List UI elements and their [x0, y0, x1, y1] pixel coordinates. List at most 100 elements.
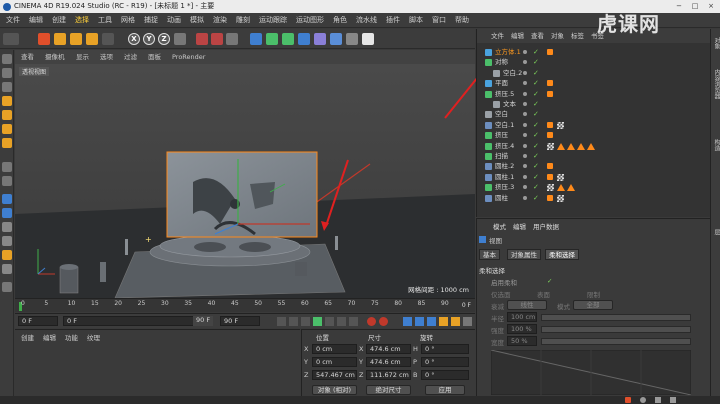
tab-object-properties[interactable]: 对象属性 [507, 249, 541, 260]
object-row[interactable]: 平面 ✓ [477, 78, 711, 88]
enabled-check-icon[interactable]: ✓ [533, 47, 539, 57]
radius-field[interactable]: 100 cm [507, 312, 537, 322]
object-name[interactable]: 文本 [503, 99, 516, 109]
position-x-field[interactable]: 0 cm [312, 344, 357, 354]
size-x-field[interactable]: 474.6 cm [366, 344, 411, 354]
position-y-field[interactable]: 0 cm [312, 357, 357, 367]
key-position-icon[interactable] [403, 317, 412, 326]
timeline-ruler[interactable]: 0 F 0 5 10 15 20 25 30 35 40 45 50 55 60 65 70 75 80 85 90 [15, 298, 475, 312]
object-name[interactable]: 平面 [495, 78, 508, 88]
visibility-dot-icon[interactable] [523, 70, 527, 75]
enabled-check-icon[interactable]: ✓ [533, 182, 539, 192]
object-name[interactable]: 圆柱.2 [495, 161, 514, 171]
radius-slider[interactable] [541, 314, 691, 321]
visibility-dot-icon[interactable] [523, 133, 527, 138]
material-menu-function[interactable]: 功能 [65, 332, 78, 342]
visibility-dot-icon[interactable] [523, 81, 527, 86]
falloff-graph[interactable] [491, 350, 691, 395]
display-tag-icon[interactable] [547, 194, 553, 201]
visibility-dot-icon[interactable] [523, 185, 527, 190]
enabled-check-icon[interactable]: ✓ [533, 141, 539, 151]
right-tab-layers[interactable]: 层 [712, 229, 720, 235]
key-pla-icon[interactable] [451, 317, 460, 326]
enabled-check-icon[interactable]: ✓ [533, 57, 539, 67]
rotation-b-field[interactable]: 0 ° [421, 370, 469, 380]
enabled-check-icon[interactable]: ✓ [533, 172, 539, 182]
object-row[interactable]: 空白.2 ✓ [477, 68, 711, 78]
object-name[interactable]: 空白 [495, 109, 508, 119]
strength-field[interactable]: 100 % [507, 324, 537, 334]
phong-tag-icon[interactable] [557, 184, 565, 192]
go-start-icon[interactable] [277, 317, 286, 326]
keyboard-icon[interactable] [655, 397, 661, 403]
coordinate-mode-dropdown[interactable]: 对象 (相对) [312, 385, 357, 395]
object-name[interactable]: 挤压.5 [495, 89, 514, 99]
object-name[interactable]: 空白.2 [503, 68, 522, 78]
object-name[interactable]: 立方体.1 [495, 47, 521, 57]
enabled-check-icon[interactable]: ✓ [533, 193, 539, 203]
key-rotation-icon[interactable] [427, 317, 436, 326]
object-name[interactable]: 挤压 [495, 130, 508, 140]
enabled-check-icon[interactable]: ✓ [533, 89, 539, 99]
enabled-check-icon[interactable]: ✓ [533, 68, 539, 78]
visibility-dot-icon[interactable] [523, 195, 527, 200]
enabled-check-icon[interactable]: ✓ [533, 109, 539, 119]
visibility-dot-icon[interactable] [523, 174, 527, 179]
object-name[interactable]: 圆柱 [495, 193, 508, 203]
visibility-dot-icon[interactable] [523, 50, 527, 54]
enabled-check-icon[interactable]: ✓ [533, 120, 539, 130]
key-scale-icon[interactable] [415, 317, 424, 326]
settings-icon[interactable] [670, 397, 676, 403]
phong-tag-icon[interactable] [567, 184, 575, 192]
mode-dropdown[interactable]: 全部 [573, 300, 613, 310]
object-row[interactable]: 挤压.3 ✓ [477, 182, 711, 192]
enabled-check-icon[interactable]: ✓ [533, 99, 539, 109]
obj-menu-view[interactable]: 查看 [531, 29, 544, 43]
object-name[interactable]: 挤压.3 [495, 182, 514, 192]
attr-menu-edit[interactable]: 编辑 [513, 221, 526, 231]
next-key-icon[interactable] [337, 317, 346, 326]
material-menu-create[interactable]: 创建 [21, 332, 34, 342]
visibility-dot-icon[interactable] [523, 143, 527, 148]
key-param-icon[interactable] [439, 317, 448, 326]
right-tab-structure[interactable]: 构造 [712, 139, 720, 151]
size-y-field[interactable]: 474.6 cm [366, 357, 411, 367]
enabled-check-icon[interactable]: ✓ [533, 78, 539, 88]
tab-soft-selection[interactable]: 柔和选择 [545, 249, 579, 260]
position-z-field[interactable]: 547.467 cm [312, 370, 357, 380]
material-menu-edit[interactable]: 编辑 [43, 332, 56, 342]
mic-icon[interactable] [640, 397, 646, 403]
object-row[interactable]: 空白.1 ✓ [477, 120, 711, 130]
visibility-dot-icon[interactable] [523, 122, 527, 127]
input-method-icon[interactable] [625, 397, 631, 403]
display-tag-icon[interactable] [547, 163, 553, 170]
play-icon[interactable] [313, 317, 322, 326]
phong-tag-icon[interactable] [567, 142, 575, 150]
tab-basic[interactable]: 基本 [479, 249, 500, 260]
material-tag-icon[interactable] [557, 194, 564, 202]
object-name[interactable]: 对称 [495, 57, 508, 67]
current-frame-slider[interactable]: 0 F [63, 316, 213, 326]
record-icon[interactable] [367, 317, 376, 326]
phong-tag-icon[interactable] [557, 142, 565, 150]
soft-enable-checkbox[interactable]: ✓ [547, 277, 552, 285]
object-name[interactable]: 扫描 [495, 151, 508, 161]
attr-menu-mode[interactable]: 模式 [493, 221, 506, 231]
size-mode-dropdown[interactable]: 绝对尺寸 [366, 385, 411, 395]
next-frame-icon[interactable] [325, 317, 334, 326]
material-tag-icon[interactable] [557, 121, 564, 129]
enabled-check-icon[interactable]: ✓ [533, 161, 539, 171]
phong-tag-icon[interactable] [577, 142, 585, 150]
object-row[interactable]: 扫描 ✓ [477, 151, 711, 161]
material-tag-icon[interactable] [547, 184, 554, 192]
apply-button[interactable]: 应用 [425, 385, 465, 395]
object-name[interactable]: 空白.1 [495, 120, 514, 130]
go-end-icon[interactable] [349, 317, 358, 326]
display-tag-icon[interactable] [547, 49, 553, 55]
display-tag-icon[interactable] [547, 80, 553, 87]
start-frame-field[interactable]: 0 F [18, 316, 58, 326]
width-field[interactable]: 50 % [507, 336, 537, 346]
material-tag-icon[interactable] [557, 173, 564, 181]
visibility-dot-icon[interactable] [523, 164, 527, 169]
timeline-menu-icon[interactable] [463, 317, 472, 326]
